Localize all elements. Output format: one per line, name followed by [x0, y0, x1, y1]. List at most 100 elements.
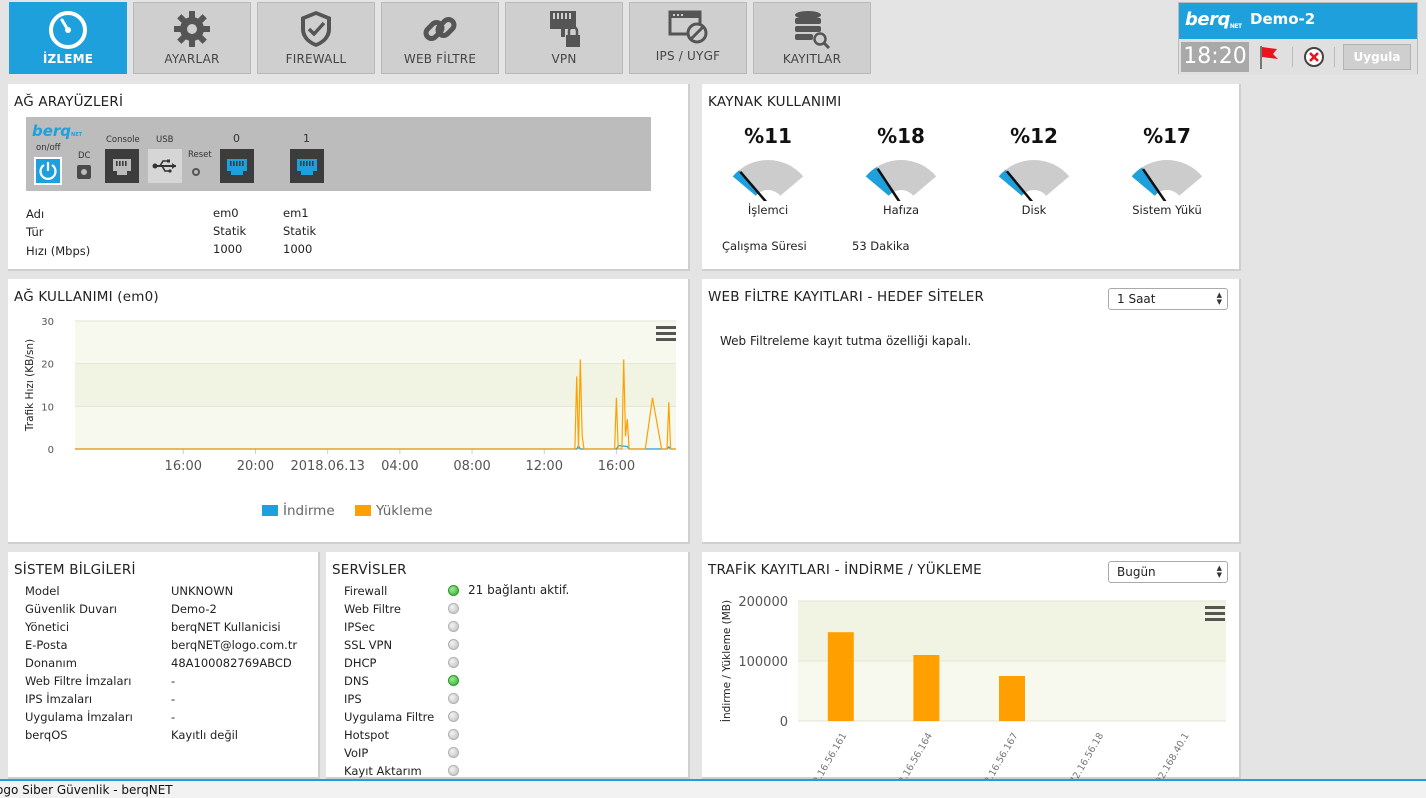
ethernet-port-0-icon[interactable] — [220, 149, 254, 183]
bar — [913, 655, 940, 721]
y-axis-label: Trafik Hızı (KB/sn) — [24, 339, 36, 432]
service-label: DHCP — [344, 656, 377, 670]
service-label: Hotspot — [344, 728, 390, 742]
gauge-dial — [1131, 160, 1203, 206]
gauge-icon — [10, 9, 126, 49]
y-tick-label: 100000 — [738, 655, 788, 670]
tab-ayarlar[interactable]: AYARLAR — [133, 2, 251, 74]
info-label: Web Filtre İmzaları — [25, 674, 132, 688]
device-port-strip: berqNET on/off DC Console USB Reset 0 1 — [26, 117, 651, 191]
status-indicator-icon — [448, 747, 459, 758]
power-button[interactable] — [34, 157, 62, 185]
gauge-1: %11 İşlemci — [708, 124, 828, 217]
info-value: UNKNOWN — [171, 584, 234, 598]
info-value: berqNET Kullanicisi — [171, 620, 281, 634]
tab-kayitlar[interactable]: KAYITLAR — [753, 2, 871, 74]
resource-usage-panel: KAYNAK KULLANIMI %11 İşlemci %18 Hafıza %12 D… — [702, 84, 1241, 271]
x-tick-label: 2018.06.13 — [290, 459, 364, 474]
gauge-label: Disk — [1021, 203, 1047, 217]
info-value: Kayıtlı değil — [171, 728, 239, 742]
database-search-icon — [754, 9, 870, 49]
status-indicator-icon — [448, 711, 459, 722]
link-icon — [382, 9, 498, 49]
tab-vpn[interactable]: VPN — [505, 2, 623, 74]
plot-band — [798, 601, 1226, 661]
row-value: 1000 — [213, 242, 243, 256]
service-label: IPSec — [344, 620, 376, 634]
tab-izleme[interactable]: İZLEME — [9, 2, 127, 74]
info-value: Demo-2 — [171, 602, 217, 616]
info-label: E-Posta — [25, 638, 68, 652]
y-tick-label: 0 — [48, 445, 54, 456]
chart-menu-icon[interactable] — [1205, 606, 1225, 624]
x-tick-label: 172.16.56.164 — [891, 731, 935, 779]
tab-label: VPN — [551, 52, 577, 66]
ethernet-port-1-icon[interactable] — [290, 149, 324, 183]
gauge-value: %17 — [1143, 124, 1191, 148]
service-label: SSL VPN — [344, 638, 393, 652]
time-range-select[interactable]: 1 Saat ▲ ▼ — [1108, 288, 1228, 310]
tab-label: KAYITLAR — [782, 52, 842, 66]
status-indicator-icon — [448, 621, 459, 632]
top-navigation: İZLEME AYARLAR FIREWALL WEB FİLTRE VPN I… — [0, 0, 1426, 82]
row-label: Adı — [26, 207, 45, 221]
gauge-dial — [865, 160, 937, 206]
tab-label: AYARLAR — [164, 52, 220, 66]
cancel-changes-icon[interactable] — [1303, 46, 1325, 68]
shield-icon — [258, 9, 374, 49]
status-indicator-icon — [448, 693, 459, 704]
status-indicator-icon — [448, 675, 459, 686]
status-indicator-icon — [448, 765, 459, 776]
y-tick-label: 200000 — [738, 595, 788, 610]
service-label: Uygulama Filtre — [344, 710, 435, 724]
gauge-dial — [998, 160, 1070, 206]
row-value: 1000 — [283, 242, 313, 256]
chart-menu-icon[interactable] — [656, 326, 676, 344]
traffic-logs-panel: TRAFİK KAYITLARI - İNDİRME / YÜKLEME Bug… — [702, 552, 1241, 779]
footer: ogo Siber Güvenlik - berqNET — [0, 779, 1426, 798]
network-interfaces-panel: AĞ ARAYÜZLERİ berqNET on/off DC Console … — [8, 84, 690, 271]
tab-firewall[interactable]: FIREWALL — [257, 2, 375, 74]
flag-icon[interactable] — [1257, 44, 1281, 70]
brand-logo: berqNET — [1185, 9, 1242, 30]
info-label: Donanım — [25, 656, 77, 670]
gauge-4: %17 Sistem Yükü — [1107, 124, 1227, 217]
service-label: VoIP — [344, 746, 369, 760]
info-value: 48A100082769ABCD — [171, 656, 292, 670]
power-icon — [39, 162, 57, 180]
legend-download[interactable]: İndirme — [262, 503, 335, 519]
legend-upload[interactable]: Yükleme — [355, 503, 433, 519]
x-tick-label: 08:00 — [453, 459, 490, 474]
status-indicator-icon — [448, 585, 459, 596]
info-label: Yönetici — [25, 620, 70, 634]
period-select[interactable]: Bugün ▲ ▼ — [1108, 561, 1228, 583]
x-tick-label: 192.168.40.1 — [1151, 731, 1192, 779]
service-note: 21 bağlantı aktif. — [468, 583, 570, 597]
panel-title: TRAFİK KAYITLARI - İNDİRME / YÜKLEME — [708, 562, 982, 578]
reset-button[interactable] — [192, 168, 200, 176]
x-tick-label: 20:00 — [237, 459, 274, 474]
service-label: IPS — [344, 692, 362, 706]
service-label: Kayıt Aktarım — [344, 764, 422, 778]
device-box: berqNET Demo-2 18:20 Uygula — [1178, 2, 1418, 75]
uptime-value: 53 Dakika — [852, 239, 910, 253]
y-tick-label: 20 — [41, 360, 54, 371]
window-block-icon — [630, 9, 746, 49]
gauge-dial — [732, 160, 804, 206]
info-label: Model — [25, 584, 60, 598]
dc-jack — [77, 165, 91, 179]
tab-ips-uygf[interactable]: IPS / UYGF — [629, 2, 747, 74]
info-label: Güvenlik Duvarı — [25, 602, 117, 616]
apply-button[interactable]: Uygula — [1343, 44, 1411, 70]
info-value: - — [171, 674, 176, 688]
tab-web-filtre[interactable]: WEB FİLTRE — [381, 2, 499, 74]
panel-title: AĞ ARAYÜZLERİ — [14, 94, 124, 110]
info-value: - — [171, 692, 176, 706]
device-name: Demo-2 — [1250, 10, 1316, 28]
x-tick-label: 172.16.56.161 — [805, 731, 849, 779]
footer-text: ogo Siber Güvenlik - berqNET — [0, 783, 173, 797]
gauge-value: %18 — [877, 124, 925, 148]
status-indicator-icon — [448, 603, 459, 614]
brand-logo: berqNET — [32, 122, 83, 140]
info-value: - — [171, 710, 176, 724]
